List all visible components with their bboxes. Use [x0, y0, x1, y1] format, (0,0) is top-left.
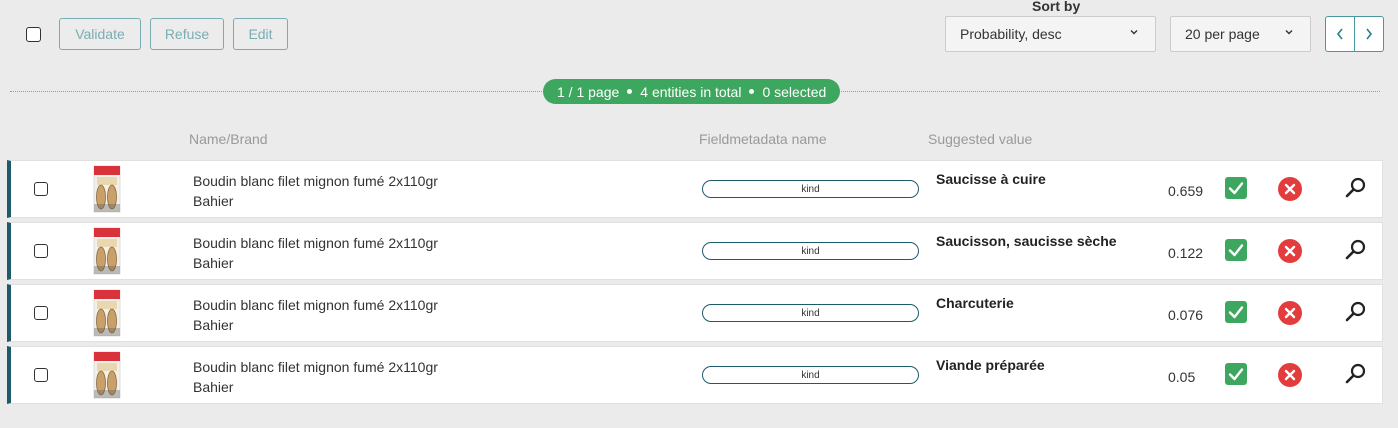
checkmark-icon	[1228, 306, 1244, 319]
per-page-dropdown[interactable]: 20 per page	[1170, 16, 1311, 52]
product-name-cell: Boudin blanc filet mignon fumé 2x110gr B…	[193, 171, 438, 211]
close-circle-icon	[1284, 183, 1296, 195]
product-name-cell: Boudin blanc filet mignon fumé 2x110gr B…	[193, 357, 438, 397]
row-checkbox[interactable]	[34, 182, 48, 196]
row-checkbox[interactable]	[34, 244, 48, 258]
toolbar: Validate Refuse Edit Sort by Probability…	[0, 0, 1398, 70]
refuse-button[interactable]: Refuse	[150, 18, 224, 50]
accept-button[interactable]	[1225, 301, 1247, 323]
row-checkbox[interactable]	[34, 368, 48, 382]
page-count: 1 / 1 page	[557, 83, 620, 100]
suggested-value: Saucisse à cuire	[936, 171, 1046, 187]
sort-dropdown-value: Probability, desc	[960, 26, 1062, 42]
validate-button[interactable]: Validate	[59, 18, 141, 50]
close-circle-icon	[1284, 245, 1296, 257]
product-image	[93, 165, 121, 213]
prev-page-button[interactable]	[1326, 17, 1355, 51]
reject-button[interactable]	[1278, 177, 1302, 201]
next-page-button[interactable]	[1355, 17, 1383, 51]
close-circle-icon	[1284, 369, 1296, 381]
reject-button[interactable]	[1278, 363, 1302, 387]
product-name: Boudin blanc filet mignon fumé 2x110gr	[193, 235, 438, 251]
search-icon[interactable]	[1344, 362, 1368, 386]
product-name: Boudin blanc filet mignon fumé 2x110gr	[193, 359, 438, 375]
table-row: Boudin blanc filet mignon fumé 2x110gr B…	[7, 284, 1383, 342]
reject-button[interactable]	[1278, 239, 1302, 263]
probability: 0.659	[1168, 183, 1204, 199]
selected-count: 0 selected	[762, 83, 827, 100]
search-icon[interactable]	[1344, 238, 1368, 262]
product-brand: Bahier	[193, 193, 234, 209]
product-brand: Bahier	[193, 379, 234, 395]
table-row: Boudin blanc filet mignon fumé 2x110gr B…	[7, 160, 1383, 218]
product-image	[93, 227, 121, 275]
suggested-value: Charcuterie	[936, 295, 1014, 311]
chevron-left-icon	[1336, 28, 1343, 40]
column-header-name-brand: Name/Brand	[189, 131, 268, 147]
product-name-cell: Boudin blanc filet mignon fumé 2x110gr B…	[193, 233, 438, 273]
entity-count: 4 entities in total	[640, 83, 742, 100]
product-name: Boudin blanc filet mignon fumé 2x110gr	[193, 297, 438, 313]
table-row: Boudin blanc filet mignon fumé 2x110gr B…	[7, 222, 1383, 280]
sort-dropdown[interactable]: Probability, desc	[945, 16, 1156, 52]
product-brand: Bahier	[193, 317, 234, 333]
checkmark-icon	[1228, 244, 1244, 257]
per-page-dropdown-value: 20 per page	[1185, 26, 1260, 42]
chevron-down-icon	[1129, 27, 1139, 40]
search-icon[interactable]	[1344, 176, 1368, 200]
probability: 0.122	[1168, 245, 1204, 261]
separator-dot	[749, 89, 755, 94]
product-name-cell: Boudin blanc filet mignon fumé 2x110gr B…	[193, 295, 438, 335]
chevron-down-icon	[1284, 27, 1294, 40]
product-image	[93, 289, 121, 337]
field-name-pill: kind	[702, 180, 919, 198]
probability: 0.05	[1168, 369, 1196, 385]
accept-button[interactable]	[1225, 239, 1247, 261]
suggested-value: Saucisson, saucisse sèche	[936, 233, 1117, 249]
checkmark-icon	[1228, 182, 1244, 195]
product-image	[93, 351, 121, 399]
accept-button[interactable]	[1225, 177, 1247, 199]
checkmark-icon	[1228, 368, 1244, 381]
accept-button[interactable]	[1225, 363, 1247, 385]
summary-badge: 1 / 1 page 4 entities in total 0 selecte…	[543, 79, 841, 104]
reject-button[interactable]	[1278, 301, 1302, 325]
suggested-value: Viande préparée	[936, 357, 1045, 373]
edit-button[interactable]: Edit	[233, 18, 288, 50]
row-checkbox[interactable]	[34, 306, 48, 320]
product-brand: Bahier	[193, 255, 234, 271]
table-row: Boudin blanc filet mignon fumé 2x110gr B…	[7, 346, 1383, 404]
close-circle-icon	[1284, 307, 1296, 319]
field-name-pill: kind	[702, 366, 919, 384]
separator-dot	[627, 89, 633, 94]
probability: 0.076	[1168, 307, 1204, 323]
select-all-checkbox[interactable]	[26, 27, 41, 42]
pagination	[1325, 16, 1384, 52]
column-header-suggested-value: Suggested value	[928, 131, 1033, 147]
column-header-field-name: Fieldmetadata name	[699, 131, 827, 147]
product-name: Boudin blanc filet mignon fumé 2x110gr	[193, 173, 438, 189]
field-name-pill: kind	[702, 242, 919, 260]
chevron-right-icon	[1366, 28, 1373, 40]
field-name-pill: kind	[702, 304, 919, 322]
search-icon[interactable]	[1344, 300, 1368, 324]
sort-by-label: Sort by	[1032, 0, 1081, 14]
